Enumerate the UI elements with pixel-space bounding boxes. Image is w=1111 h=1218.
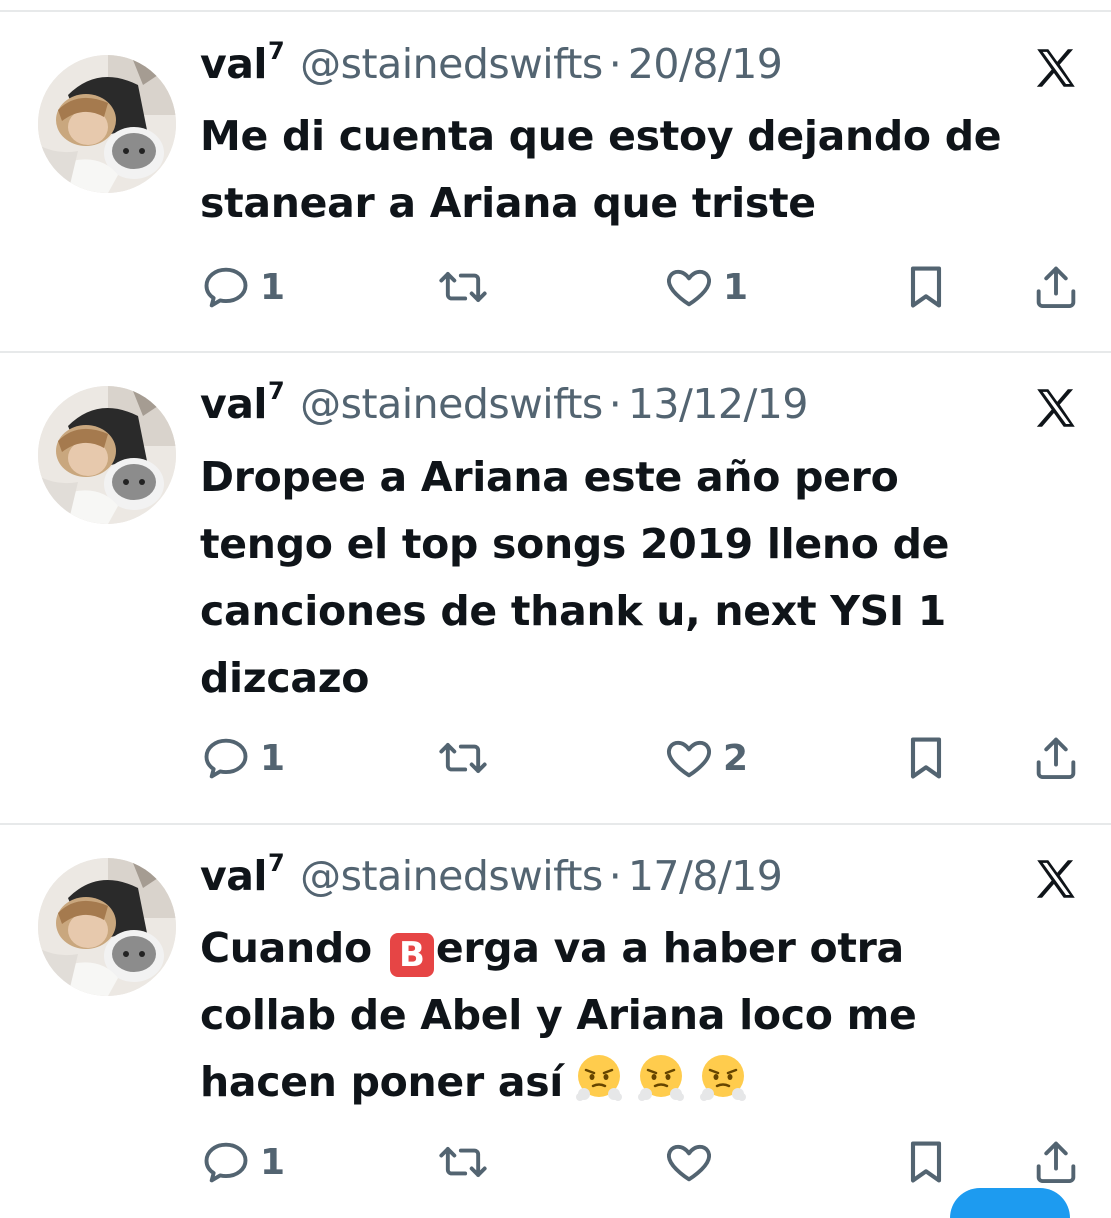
timestamp[interactable]: 17/8/19 <box>628 852 783 900</box>
bookmark-button[interactable] <box>900 1137 952 1187</box>
display-name[interactable]: val7 <box>200 377 285 428</box>
like-button[interactable]: 2 <box>663 733 748 783</box>
like-count: 1 <box>723 266 749 308</box>
tweet-header: val7 @stainedswifts · 13/12/19 <box>200 377 809 436</box>
tweet-divider <box>0 823 1111 825</box>
action-bar: 1 2 <box>200 733 1100 783</box>
like-icon <box>663 261 715 313</box>
steam-face-emoji <box>635 1052 687 1104</box>
share-button[interactable] <box>1030 733 1082 783</box>
reply-count: 1 <box>260 266 286 308</box>
share-icon <box>1030 261 1082 313</box>
like-icon <box>663 732 715 784</box>
handle[interactable]: @stainedswifts <box>300 380 603 428</box>
like-count: 2 <box>723 737 749 779</box>
separator: · <box>608 380 622 428</box>
reply-icon <box>200 1136 252 1188</box>
action-bar: 1 1 <box>200 262 1100 312</box>
retweet-icon <box>435 1136 491 1188</box>
tweet-divider <box>0 351 1111 353</box>
reply-icon <box>200 261 252 313</box>
timestamp[interactable]: 13/12/19 <box>628 380 809 428</box>
like-button[interactable] <box>663 1137 723 1187</box>
bookmark-button[interactable] <box>900 262 952 312</box>
display-name[interactable]: val7 <box>200 849 285 900</box>
bookmark-icon <box>900 1136 952 1188</box>
compose-button-edge[interactable] <box>950 1188 1070 1218</box>
bookmark-icon <box>900 261 952 313</box>
bookmark-icon <box>900 732 952 784</box>
x-logo-icon[interactable] <box>1030 44 1082 94</box>
x-logo-icon[interactable] <box>1030 855 1082 905</box>
retweet-icon <box>435 261 491 313</box>
bookmark-button[interactable] <box>900 733 952 783</box>
tweet-text: Me di cuenta que estoy dejando de stanea… <box>200 112 1002 227</box>
x-logo-icon[interactable] <box>1030 384 1082 434</box>
display-name[interactable]: val7 <box>200 37 285 88</box>
share-icon <box>1030 732 1082 784</box>
steam-face-emoji <box>573 1052 625 1104</box>
like-button[interactable]: 1 <box>663 262 748 312</box>
avatar[interactable] <box>38 55 176 193</box>
reply-icon <box>200 732 252 784</box>
share-icon <box>1030 1136 1082 1188</box>
handle[interactable]: @stainedswifts <box>300 40 603 88</box>
avatar[interactable] <box>38 386 176 524</box>
tweet-text: Dropee a Ariana este año pero tengo el t… <box>200 453 950 702</box>
handle[interactable]: @stainedswifts <box>300 852 603 900</box>
retweet-button[interactable] <box>435 1137 499 1187</box>
tweet-header: val7 @stainedswifts · 17/8/19 <box>200 849 783 908</box>
separator: · <box>608 40 622 88</box>
steam-face-emoji <box>697 1052 749 1104</box>
b-button-emoji: B <box>389 933 434 977</box>
separator: · <box>608 852 622 900</box>
tweet-header: val7 @stainedswifts · 20/8/19 <box>200 37 783 96</box>
reply-count: 1 <box>260 1141 286 1183</box>
reply-button[interactable]: 1 <box>200 733 285 783</box>
reply-count: 1 <box>260 737 286 779</box>
avatar[interactable] <box>38 858 176 996</box>
action-bar: 1 <box>200 1137 1100 1187</box>
like-icon <box>663 1136 715 1188</box>
tweet-text: Cuando Berga va a haber otra collab de A… <box>200 924 917 1106</box>
share-button[interactable] <box>1030 262 1082 312</box>
retweet-icon <box>435 732 491 784</box>
retweet-button[interactable] <box>435 733 499 783</box>
reply-button[interactable]: 1 <box>200 1137 285 1187</box>
reply-button[interactable]: 1 <box>200 262 285 312</box>
top-divider <box>0 10 1111 12</box>
timestamp[interactable]: 20/8/19 <box>628 40 783 88</box>
retweet-button[interactable] <box>435 262 499 312</box>
share-button[interactable] <box>1030 1137 1082 1187</box>
